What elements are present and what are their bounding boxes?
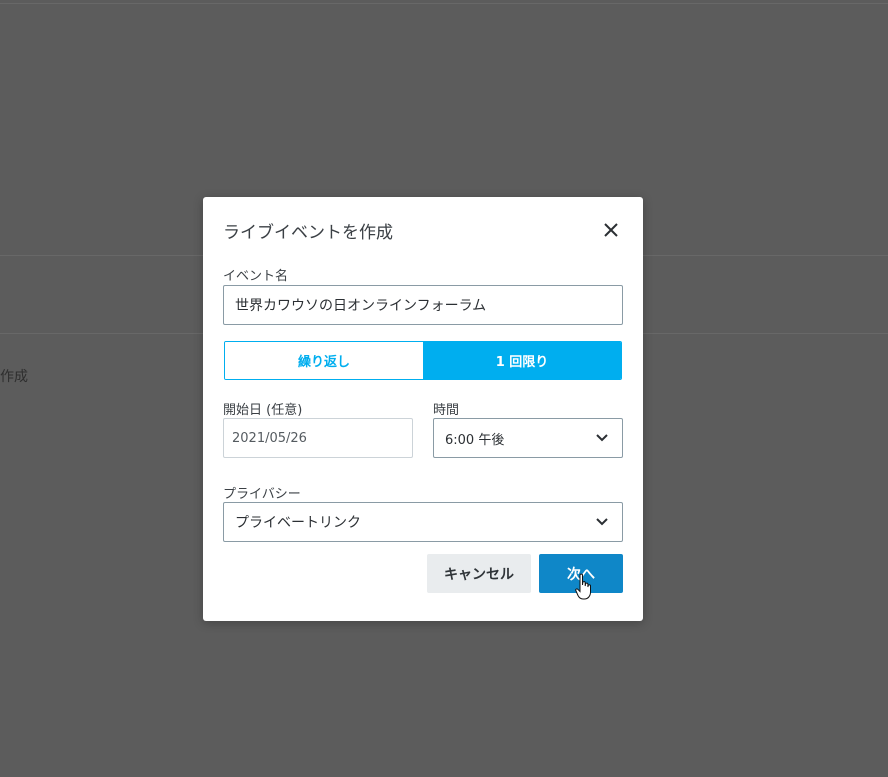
event-name-input[interactable]: 世界カワウソの日オンラインフォーラム: [223, 285, 623, 325]
recurrence-option-once[interactable]: 1 回限り: [423, 342, 621, 379]
recurrence-option-repeat[interactable]: 繰り返し: [225, 342, 423, 379]
privacy-value: プライベートリンク: [235, 515, 361, 531]
start-date-input[interactable]: 2021/05/26: [223, 418, 413, 458]
recurrence-toggle: 繰り返し 1 回限り: [224, 341, 622, 380]
time-select[interactable]: 6:00 午後: [433, 418, 623, 458]
chevron-down-icon: [596, 518, 608, 526]
chevron-down-icon: [596, 434, 608, 442]
start-date-value: 2021/05/26: [232, 430, 307, 446]
time-value: 6:00 午後: [445, 432, 505, 448]
close-icon: [604, 223, 618, 237]
create-live-event-dialog: ライブイベントを作成 イベント名 世界カワウソの日オンラインフォーラム 繰り返し…: [203, 197, 643, 621]
privacy-label: プライバシー: [223, 487, 301, 502]
cancel-button[interactable]: キャンセル: [427, 554, 531, 593]
privacy-select[interactable]: プライベートリンク: [223, 502, 623, 542]
background-divider: [0, 3, 888, 4]
event-name-label: イベント名: [223, 269, 289, 284]
time-label: 時間: [433, 403, 460, 418]
start-date-label: 開始日 (任意): [223, 403, 303, 418]
next-button[interactable]: 次へ: [539, 554, 623, 593]
close-button[interactable]: [599, 218, 623, 242]
dialog-title: ライブイベントを作成: [223, 223, 393, 243]
event-name-value: 世界カワウソの日オンラインフォーラム: [235, 298, 487, 314]
background-partial-text: 作成: [0, 369, 28, 385]
